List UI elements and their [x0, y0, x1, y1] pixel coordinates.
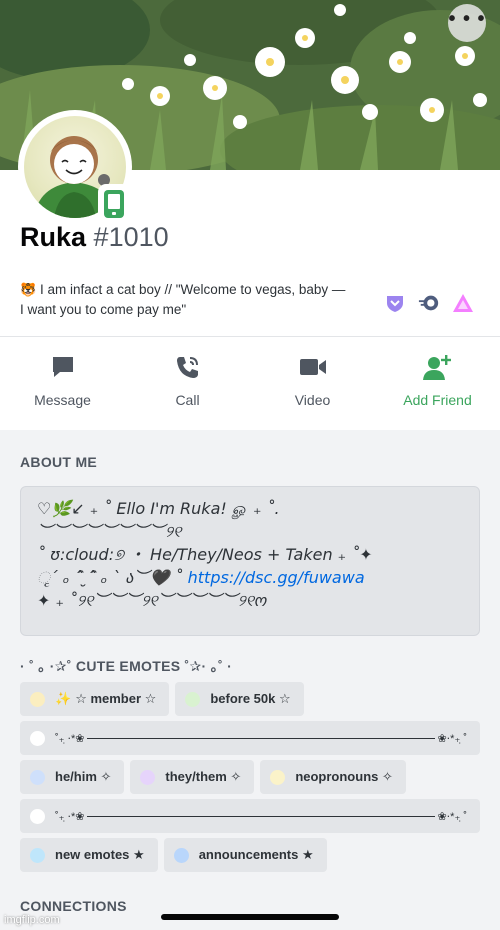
watermark: imgflip.com — [4, 914, 60, 926]
roles-row-4: ˚₊ ̣‧*❀ ❀‧*₊ ̣˚ — [20, 799, 480, 833]
role-color-dot — [30, 847, 45, 863]
roles-row-5: new emotes ★ announcements ★ — [20, 838, 327, 872]
message-button[interactable]: Message — [0, 350, 125, 426]
header-divider — [0, 336, 500, 337]
roles-row-3: he/him ✧ they/them ✧ neopronouns ✧ — [20, 760, 406, 794]
role-announcements-label: announcements ★ — [198, 847, 314, 862]
nitro-badge-icon[interactable] — [418, 292, 440, 314]
add-friend-label: Add Friend — [403, 392, 472, 408]
home-indicator[interactable] — [161, 914, 339, 920]
video-button[interactable]: Video — [250, 350, 375, 426]
call-icon — [175, 350, 201, 384]
role-color-dot — [173, 847, 189, 863]
tiger-emoji-icon: 🐯 — [20, 282, 37, 297]
divider-rule — [86, 737, 436, 739]
message-label: Message — [34, 392, 91, 408]
divider-decoration: ˚₊ ̣‧*❀ ❀‧*₊ ̣˚ — [55, 810, 467, 823]
sparkles-emoji-icon: ✨ — [55, 691, 72, 706]
role-they-them-label: they/them ✧ — [165, 769, 242, 784]
add-friend-button[interactable]: Add Friend — [375, 350, 500, 426]
role-divider-1[interactable]: ˚₊ ̣‧*❀ ❀‧*₊ ̣˚ — [20, 721, 480, 755]
message-icon — [50, 350, 76, 384]
connections-heading: CONNECTIONS — [20, 898, 127, 914]
bio-line-1: 🐯 I am infact a cat boy // "Welcome to v… — [20, 280, 370, 300]
role-color-dot — [140, 769, 156, 785]
video-label: Video — [294, 392, 331, 408]
role-before-50k-label: before 50k ☆ — [210, 691, 291, 706]
call-button[interactable]: Call — [125, 350, 250, 426]
profile-actions: Message Call Video Add Friend — [0, 350, 500, 426]
divider-right-text: ❀‧*₊ ̣˚ — [437, 810, 467, 823]
role-color-dot — [30, 730, 45, 746]
bio-text-1: I am infact a cat boy // "Welcome to veg… — [39, 282, 346, 297]
role-new-emotes[interactable]: new emotes ★ — [20, 838, 158, 872]
role-announcements[interactable]: announcements ★ — [163, 838, 327, 872]
role-color-dot — [30, 808, 45, 824]
role-color-dot — [30, 769, 45, 785]
about-line-3: ˚ ʊ:cloud:୭ ・ He/They/Neos + Taken ₊ ˚✦ — [37, 545, 373, 564]
roles-row-1: ✨ ☆ member ☆ before 50k ☆ — [20, 682, 304, 716]
role-he-him-label: he/him ✧ — [55, 769, 112, 784]
boost-badge-icon[interactable] — [452, 292, 474, 314]
role-member-label: ☆ member ☆ — [75, 691, 157, 706]
mobile-status-badge — [98, 184, 130, 224]
profile-badges — [384, 292, 474, 314]
about-me-heading: ABOUT ME — [20, 454, 98, 470]
mobile-phone-icon — [104, 190, 124, 218]
role-color-dot — [270, 769, 286, 785]
divider-decoration: ˚₊ ̣‧*❀ ❀‧*₊ ̣˚ — [55, 732, 467, 745]
about-line-4-text: ૃ´ ₒ ˆ̑ ̮ˆ̑ ₒ ` ა︶🖤 ˚ — [37, 568, 183, 587]
about-line-4: ૃ´ ₒ ˆ̑ ̮ˆ̑ ₒ ` ა︶🖤 ˚ https://dsc.gg/fuw… — [37, 566, 463, 589]
profile-name[interactable]: Ruka #1010 — [20, 222, 169, 253]
discriminator: #1010 — [93, 222, 169, 252]
role-color-dot — [185, 691, 201, 707]
about-line-2: ︶︶︶︶︶︶︶︶୨୧ — [37, 522, 182, 541]
roles-row-2: ˚₊ ̣‧*❀ ❀‧*₊ ̣˚ — [20, 721, 480, 755]
cute-emotes-heading: · ˚ ｡ ·✰˚ CUTE EMOTES ˚✰· ｡˚ · — [20, 658, 233, 674]
about-invite-link[interactable]: https://dsc.gg/fuwawa — [188, 568, 365, 587]
about-line-5: ✦ ₊ ˚୨୧︶︶︶୨୧︶︶︶︶︶୨୧ო — [37, 591, 267, 610]
bio-line-2: I want you to come pay me" — [20, 302, 187, 317]
ellipsis-icon: • • • — [448, 8, 486, 30]
role-he-him[interactable]: he/him ✧ — [20, 760, 125, 794]
role-before-50k[interactable]: before 50k ☆ — [175, 682, 304, 716]
role-color-dot — [30, 691, 45, 707]
video-icon — [299, 350, 327, 384]
add-friend-icon — [422, 350, 453, 384]
profile-bio: 🐯 I am infact a cat boy // "Welcome to v… — [20, 280, 370, 320]
divider-right-text: ❀‧*₊ ̣˚ — [437, 732, 467, 745]
username: Ruka — [20, 222, 87, 252]
hypesquad-badge-icon[interactable] — [384, 292, 406, 314]
role-new-emotes-label: new emotes ★ — [55, 847, 145, 862]
role-they-them[interactable]: they/them ✧ — [130, 760, 255, 794]
about-line-1: ♡🌿↙︎ ₊ ˚ Ello I'm Ruka! ௐ ₊ ˚. — [37, 499, 280, 518]
role-member[interactable]: ✨ ☆ member ☆ — [20, 682, 170, 716]
call-label: Call — [175, 392, 200, 408]
about-me-box: ♡🌿↙︎ ₊ ˚ Ello I'm Ruka! ௐ ₊ ˚. ︶︶︶︶︶︶︶︶୨… — [20, 486, 480, 636]
divider-left-text: ˚₊ ̣‧*❀ — [55, 732, 85, 745]
divider-rule — [86, 815, 436, 817]
role-divider-2[interactable]: ˚₊ ̣‧*❀ ❀‧*₊ ̣˚ — [20, 799, 480, 833]
role-neopronouns-label: neopronouns ✧ — [295, 769, 393, 784]
more-options-button[interactable]: • • • — [448, 4, 486, 42]
divider-left-text: ˚₊ ̣‧*❀ — [55, 810, 85, 823]
role-neopronouns[interactable]: neopronouns ✧ — [260, 760, 406, 794]
